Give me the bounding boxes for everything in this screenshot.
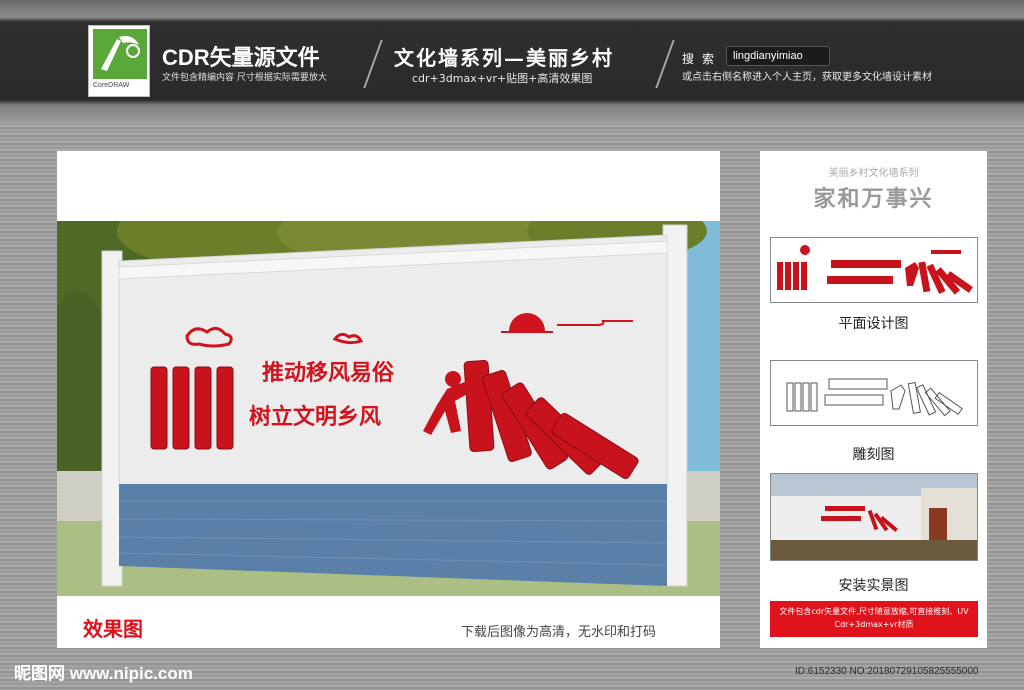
slogan-line-1: 推动移风易俗 (262, 360, 395, 386)
install-photo-image (771, 474, 977, 560)
render-label: 效果图 (83, 617, 143, 641)
brand-subtitle: 文件包含精编内容 尺寸根据实际需要放大 (162, 73, 327, 83)
site-watermark[interactable]: 昵图网 www.nipic.com (14, 659, 193, 684)
caption-carving: 雕刻图 (852, 447, 895, 463)
caption-plan: 平面设计图 (838, 316, 909, 332)
thumb-plan-design[interactable] (770, 237, 978, 303)
main-render-panel: 推动移风易俗 树立文明乡风 效果图 下载后图像为高清，无水印和打码 (57, 151, 720, 648)
file-notice: 文件包含cdr矢量文件,尺寸随意放缩,可直接推刻、UV Cdr+3dmax+vr… (770, 601, 978, 637)
search-hint[interactable]: 或点击右侧名称进入个人主页，获取更多文化墙设计素材 (682, 68, 932, 83)
plan-thumbnail-image (777, 245, 973, 295)
divider (363, 40, 383, 88)
divider (655, 40, 675, 88)
series-name-big: 家和万事兴 (813, 187, 934, 212)
logo-caption: CoreDRAW (93, 82, 130, 89)
thumb-carving[interactable] (770, 360, 978, 426)
header-bar: CoreDRAW CDR矢量源文件 文件包含精编内容 尺寸根据实际需要放大 文化… (0, 0, 1024, 122)
image-id: ID:6152330 NO:20180729105825555000 (795, 666, 979, 677)
side-panel: 美丽乡村文化墙系列 家和万事兴 平面设计图 雕刻图 安装实景图 文件包含cdr矢… (760, 151, 987, 648)
search-input[interactable] (726, 46, 830, 66)
search-label: 搜索 (682, 52, 723, 66)
caption-install: 安装实景图 (838, 578, 909, 594)
coreldraw-logo[interactable]: CoreDRAW (88, 25, 150, 97)
thumb-install-photo[interactable] (770, 473, 978, 561)
slogan-line-2: 树立文明乡风 (249, 404, 382, 430)
wall-rendering (57, 221, 720, 596)
logo-icon (93, 29, 147, 79)
download-note: 下载后图像为高清，无水印和打码 (461, 625, 657, 640)
brand-title: CDR矢量源文件 (162, 45, 320, 70)
carving-thumbnail-image (786, 378, 963, 417)
series-name-small: 美丽乡村文化墙系列 (828, 168, 919, 179)
series-title: 文化墙系列—美丽乡村 (394, 46, 614, 70)
series-subtitle: cdr+3dmax+vr+贴图+高清效果图 (412, 72, 593, 85)
